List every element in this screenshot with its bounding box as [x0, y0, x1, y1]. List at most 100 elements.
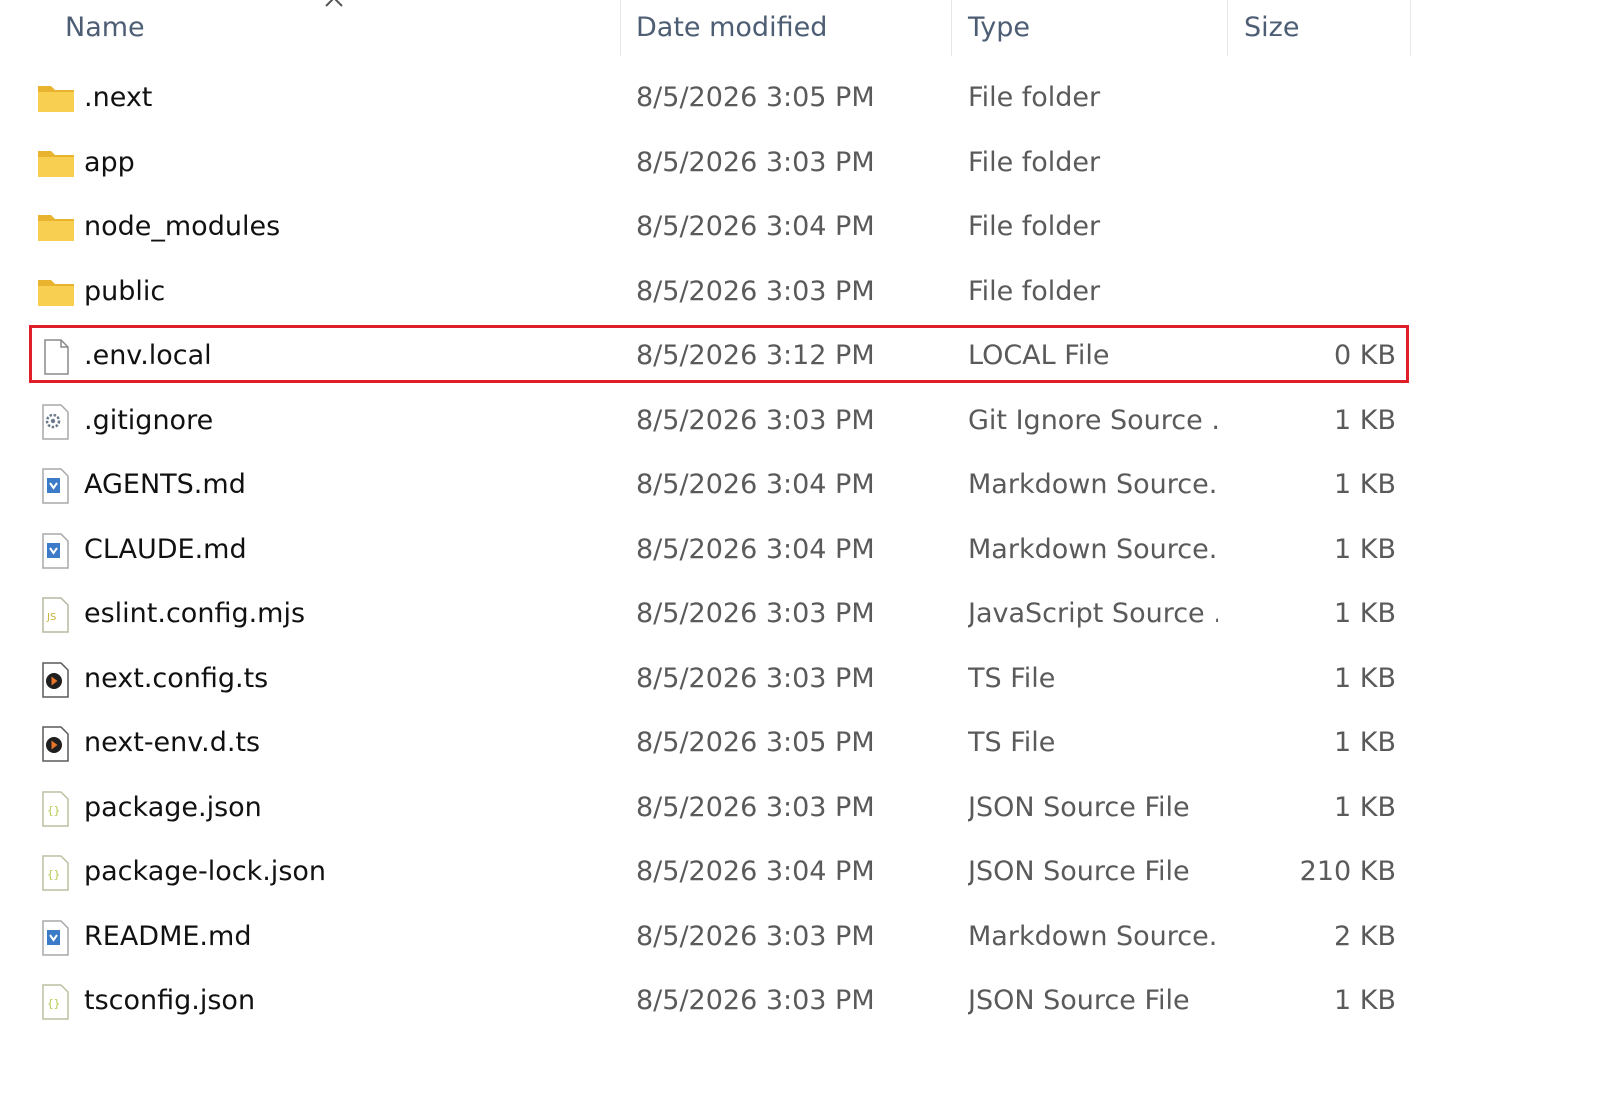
file-name: .env.local — [84, 340, 212, 371]
file-list: .next 8/5/2026 3:05 PM File folder app 8/5/2… — [0, 66, 1612, 1034]
file-row[interactable]: README.md 8/5/2026 3:03 PM Markdown Source… — [0, 905, 1440, 970]
file-name: app — [84, 146, 135, 178]
file-size: 1 KB — [1334, 533, 1396, 565]
file-type: File folder — [968, 82, 1101, 113]
file-type: JavaScript Source ... — [968, 598, 1218, 629]
file-type: Markdown Source... — [968, 920, 1218, 952]
markdown-file-icon — [36, 919, 76, 957]
column-divider[interactable] — [951, 0, 952, 56]
file-size: 2 KB — [1334, 920, 1396, 952]
file-type: JSON Source File — [968, 856, 1190, 887]
file-name: AGENTS.md — [84, 469, 246, 500]
file-type: File folder — [968, 275, 1101, 307]
file-size: 1 KB — [1334, 791, 1396, 823]
folder-icon — [36, 274, 76, 312]
json-file-icon: {} — [36, 983, 76, 1021]
file-size: 1 KB — [1334, 662, 1396, 694]
file-date-modified: 8/5/2026 3:12 PM — [636, 340, 875, 371]
gear-file-icon — [36, 403, 76, 441]
file-date-modified: 8/5/2026 3:03 PM — [636, 920, 875, 952]
markdown-file-icon — [36, 467, 76, 505]
file-row[interactable]: {} package-lock.json 8/5/2026 3:04 PM JSON … — [0, 840, 1440, 905]
file-name: CLAUDE.md — [84, 533, 247, 565]
folder-icon — [36, 145, 76, 183]
file-name: next-env.d.ts — [84, 727, 261, 758]
column-divider[interactable] — [620, 0, 621, 56]
file-name: node_modules — [84, 211, 281, 242]
file-size: 1 KB — [1334, 727, 1396, 758]
file-date-modified: 8/5/2026 3:04 PM — [636, 211, 875, 242]
file-row[interactable]: node_modules 8/5/2026 3:04 PM File folder — [0, 195, 1440, 260]
file-date-modified: 8/5/2026 3:03 PM — [636, 791, 875, 823]
file-name: .gitignore — [84, 404, 214, 436]
column-header-size[interactable]: Size — [1244, 0, 1414, 56]
file-date-modified: 8/5/2026 3:05 PM — [636, 727, 875, 758]
file-size — [1240, 195, 1396, 260]
file-type: File folder — [968, 146, 1101, 178]
file-row[interactable]: .gitignore 8/5/2026 3:03 PM Git Ignore Sou… — [0, 389, 1440, 454]
file-row[interactable]: AGENTS.md 8/5/2026 3:04 PM Markdown Source… — [0, 453, 1440, 518]
file-type: TS File — [968, 662, 1056, 694]
file-row[interactable]: public 8/5/2026 3:03 PM File folder — [0, 260, 1440, 325]
file-type: JSON Source File — [968, 985, 1190, 1016]
file-name: README.md — [84, 920, 252, 952]
file-row[interactable]: CLAUDE.md 8/5/2026 3:04 PM Markdown Source… — [0, 518, 1440, 583]
file-date-modified: 8/5/2026 3:04 PM — [636, 856, 875, 887]
file-size: 1 KB — [1334, 598, 1396, 629]
javascript-file-icon: JS — [36, 596, 76, 634]
file-size: 1 KB — [1334, 985, 1396, 1016]
column-header-bar: Name Date modified Type Size — [0, 0, 1612, 56]
file-row[interactable]: next.config.ts 8/5/2026 3:03 PM TS File 1 K… — [0, 647, 1440, 712]
markdown-file-icon — [36, 532, 76, 570]
folder-icon — [36, 209, 76, 247]
json-file-icon: {} — [36, 790, 76, 828]
file-row[interactable]: {} package.json 8/5/2026 3:03 PM JSON Sourc… — [0, 776, 1440, 841]
column-header-type[interactable]: Type — [968, 0, 1223, 56]
sort-up-icon[interactable] — [322, 0, 346, 10]
file-size — [1240, 66, 1396, 131]
file-date-modified: 8/5/2026 3:03 PM — [636, 598, 875, 629]
folder-icon — [36, 80, 76, 118]
file-explorer: Name Date modified Type Size .next 8/5/20… — [0, 0, 1612, 1104]
file-row[interactable]: .next 8/5/2026 3:05 PM File folder — [0, 66, 1440, 131]
file-type: Markdown Source... — [968, 533, 1218, 565]
file-row[interactable]: app 8/5/2026 3:03 PM File folder — [0, 131, 1440, 196]
file-name: next.config.ts — [84, 662, 269, 694]
file-row[interactable]: JS eslint.config.mjs 8/5/2026 3:03 PM JavaS… — [0, 582, 1440, 647]
file-type: LOCAL File — [968, 340, 1110, 371]
file-size: 1 KB — [1334, 404, 1396, 436]
file-date-modified: 8/5/2026 3:03 PM — [636, 985, 875, 1016]
file-type: TS File — [968, 727, 1056, 758]
file-date-modified: 8/5/2026 3:04 PM — [636, 469, 875, 500]
file-name: package.json — [84, 791, 262, 823]
file-date-modified: 8/5/2026 3:03 PM — [636, 275, 875, 307]
svg-text:{}: {} — [47, 997, 60, 1010]
file-date-modified: 8/5/2026 3:03 PM — [636, 404, 875, 436]
file-date-modified: 8/5/2026 3:03 PM — [636, 146, 875, 178]
file-date-modified: 8/5/2026 3:04 PM — [636, 533, 875, 565]
file-size: 210 KB — [1299, 856, 1396, 887]
file-row[interactable]: .env.local 8/5/2026 3:12 PM LOCAL File 0 KB — [0, 324, 1440, 389]
file-name: tsconfig.json — [84, 985, 256, 1016]
svg-text:{}: {} — [47, 804, 60, 817]
svg-text:JS: JS — [46, 612, 56, 623]
file-row[interactable]: {} tsconfig.json 8/5/2026 3:03 PM JSON Sour… — [0, 969, 1440, 1034]
file-size — [1240, 131, 1396, 196]
typescript-file-icon — [36, 725, 76, 763]
file-size: 1 KB — [1334, 469, 1396, 500]
column-header-date[interactable]: Date modified — [636, 0, 946, 56]
file-row[interactable]: next-env.d.ts 8/5/2026 3:05 PM TS File 1 KB — [0, 711, 1440, 776]
file-date-modified: 8/5/2026 3:05 PM — [636, 82, 875, 113]
file-name: eslint.config.mjs — [84, 598, 306, 629]
blank-file-icon — [36, 338, 76, 376]
file-type: File folder — [968, 211, 1101, 242]
column-divider[interactable] — [1227, 0, 1228, 56]
file-type: Markdown Source... — [968, 469, 1218, 500]
file-type: Git Ignore Source ... — [968, 404, 1218, 436]
column-divider[interactable] — [1410, 0, 1411, 56]
file-size — [1240, 260, 1396, 325]
file-date-modified: 8/5/2026 3:03 PM — [636, 662, 875, 694]
file-type: JSON Source File — [968, 791, 1190, 823]
file-name: public — [84, 275, 166, 307]
typescript-file-icon — [36, 661, 76, 699]
